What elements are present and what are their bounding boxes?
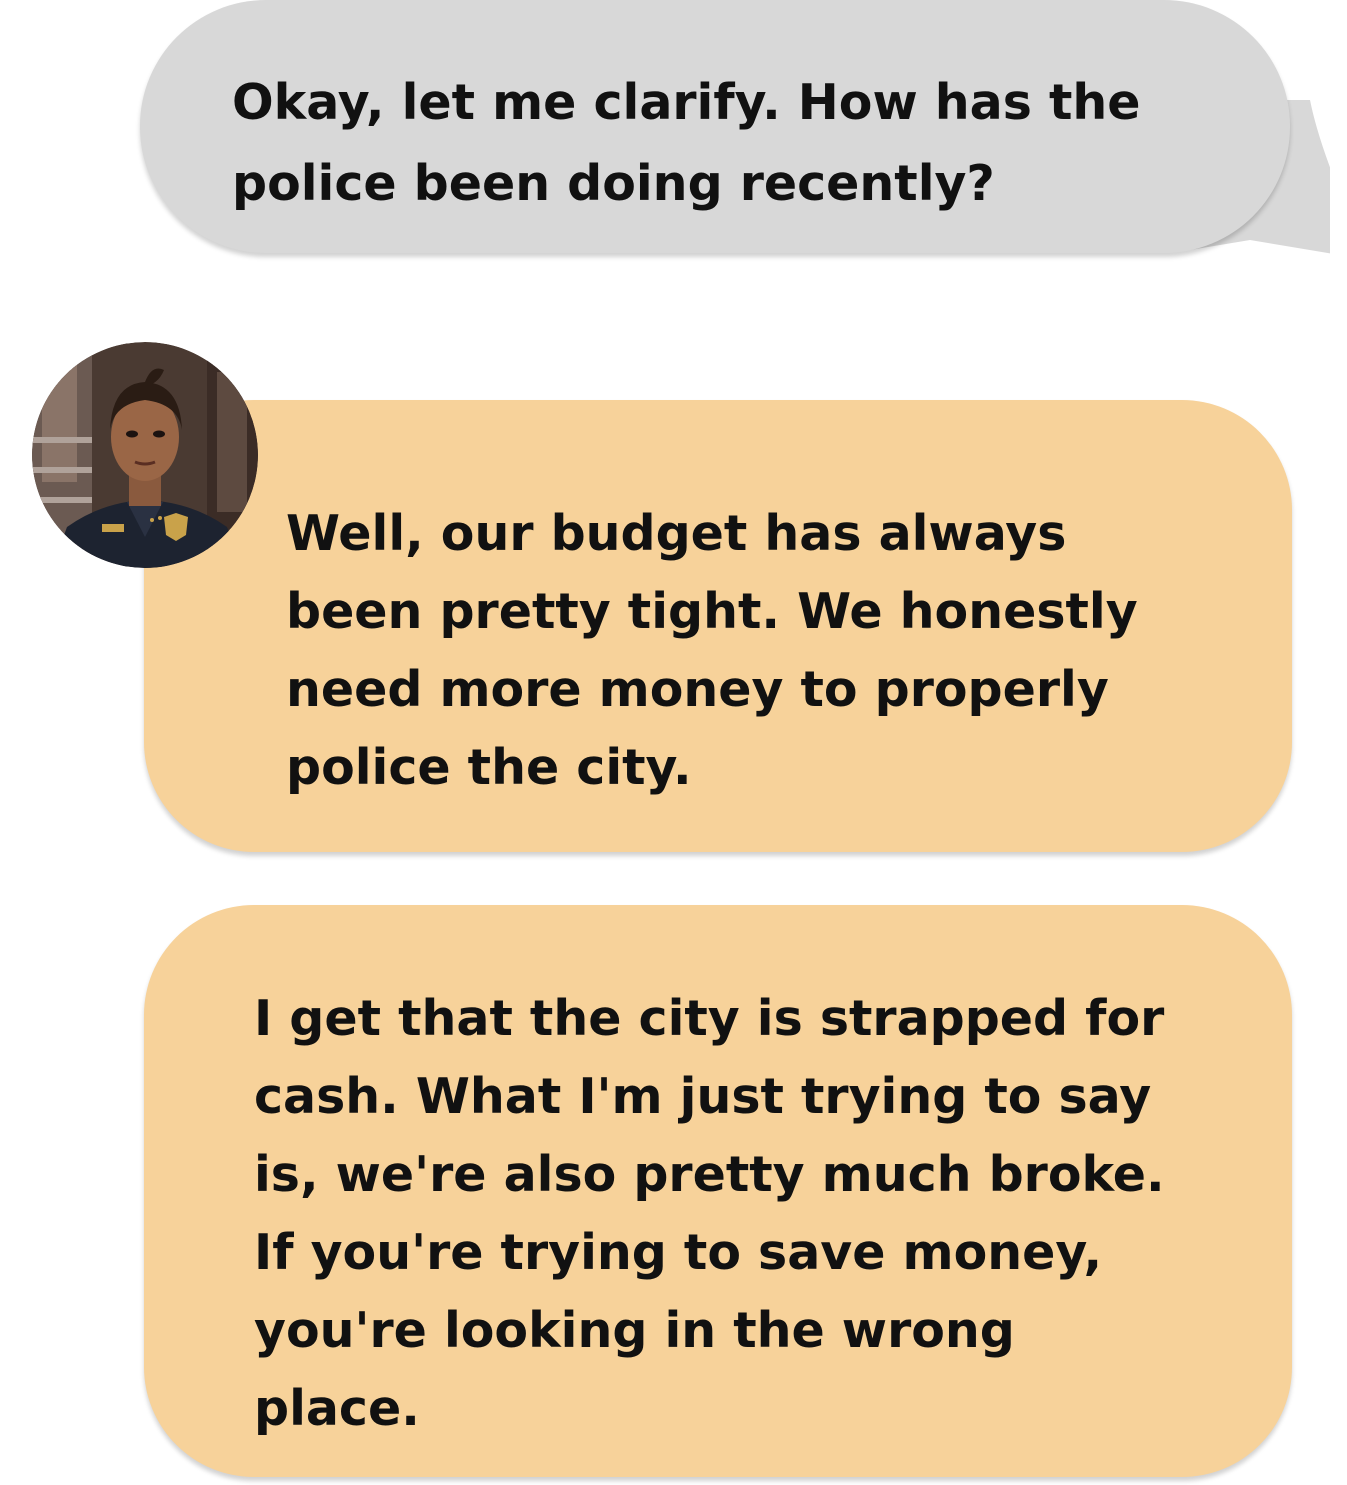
message-text: I get that the city is strapped for cash… bbox=[254, 990, 1165, 1437]
message-bubble-incoming[interactable]: I get that the city is strapped for cash… bbox=[144, 905, 1292, 1477]
message-bubble-outgoing[interactable]: Okay, let me clarify. How has the police… bbox=[140, 0, 1290, 253]
message-text: Well, our budget has always been pretty … bbox=[286, 505, 1138, 796]
outgoing-message: Okay, let me clarify. How has the police… bbox=[140, 0, 1340, 270]
message-bubble-incoming[interactable]: Well, our budget has always been pretty … bbox=[144, 400, 1292, 852]
police-officer-avatar-icon bbox=[32, 342, 258, 568]
message-text: Okay, let me clarify. How has the police… bbox=[232, 74, 1141, 212]
avatar[interactable] bbox=[32, 342, 258, 568]
